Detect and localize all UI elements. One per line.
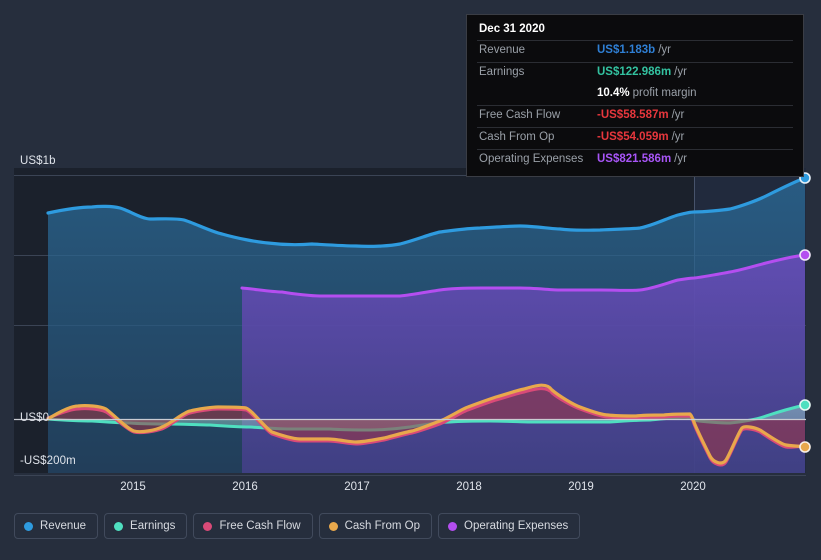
legend-item-free-cash-flow[interactable]: Free Cash Flow <box>193 513 313 539</box>
tooltip-unit-cash-from-op: /yr <box>671 131 685 143</box>
tooltip-date: Dec 31 2020 <box>479 23 545 35</box>
legend-item-earnings[interactable]: Earnings <box>104 513 188 539</box>
tooltip-label-cash-from-op: Cash From Op <box>479 131 555 143</box>
legend-dot-operating-expenses-icon <box>448 521 458 531</box>
earnings-end-dot <box>799 399 811 411</box>
chart-tooltip: Dec 31 2020 Revenue US$1.183b /yr Earnin… <box>466 14 804 177</box>
tooltip-label-revenue: Revenue <box>479 44 526 56</box>
legend-item-operating-expenses[interactable]: Operating Expenses <box>438 513 581 539</box>
tooltip-row-revenue: Revenue US$1.183b /yr <box>477 40 793 62</box>
legend-item-revenue[interactable]: Revenue <box>14 513 99 539</box>
legend-label-cash-from-op: Cash From Op <box>344 520 421 532</box>
tooltip-label-operating-expenses: Operating Expenses <box>479 153 584 165</box>
legend-label-revenue: Revenue <box>40 520 87 532</box>
tooltip-row-free-cash-flow: Free Cash Flow -US$58.587m /yr <box>477 105 793 127</box>
tooltip-value-revenue: US$1.183b <box>597 44 656 56</box>
tooltip-label-earnings: Earnings <box>479 66 525 78</box>
tooltip-row-cash-from-op: Cash From Op -US$54.059m /yr <box>477 127 793 149</box>
tooltip-value-free-cash-flow: -US$58.587m <box>597 109 669 121</box>
legend-item-cash-from-op[interactable]: Cash From Op <box>318 513 433 539</box>
chart-screenshot: US$1b US$0 -US$200m 2015 2016 2017 2018 … <box>0 0 821 560</box>
tooltip-value-cash-from-op: -US$54.059m <box>597 131 669 143</box>
tooltip-value-operating-expenses: US$821.586m <box>597 153 672 165</box>
tooltip-unit-operating-expenses: /yr <box>674 153 687 165</box>
legend-label-free-cash-flow: Free Cash Flow <box>219 520 301 532</box>
tooltip-unit-earnings: /yr <box>674 66 687 78</box>
tooltip-value-earnings: US$122.986m <box>597 66 672 78</box>
legend-dot-revenue-icon <box>24 521 33 531</box>
legend-label-operating-expenses: Operating Expenses <box>464 520 569 532</box>
tooltip-value-profit-margin: 10.4% <box>597 87 630 99</box>
tooltip-unit-free-cash-flow: /yr <box>671 109 685 121</box>
tooltip-unit-profit-margin: profit margin <box>632 87 697 99</box>
chart-legend: Revenue Earnings Free Cash Flow Cash Fro… <box>14 513 581 539</box>
tooltip-label-free-cash-flow: Free Cash Flow <box>479 109 561 121</box>
cash-from-op-end-dot <box>799 441 811 453</box>
tooltip-unit-revenue: /yr <box>658 44 671 56</box>
operating-expenses-end-dot <box>799 249 811 261</box>
legend-label-earnings: Earnings <box>130 520 176 532</box>
legend-dot-earnings-icon <box>114 521 124 531</box>
legend-dot-free-cash-flow-icon <box>203 521 213 531</box>
tooltip-row-operating-expenses: Operating Expenses US$821.586m /yr <box>477 149 793 171</box>
tooltip-row-earnings: Earnings US$122.986m /yr <box>477 62 793 84</box>
tooltip-row-profit-margin: 10.4% profit margin <box>477 84 793 105</box>
legend-dot-cash-from-op-icon <box>328 521 338 531</box>
